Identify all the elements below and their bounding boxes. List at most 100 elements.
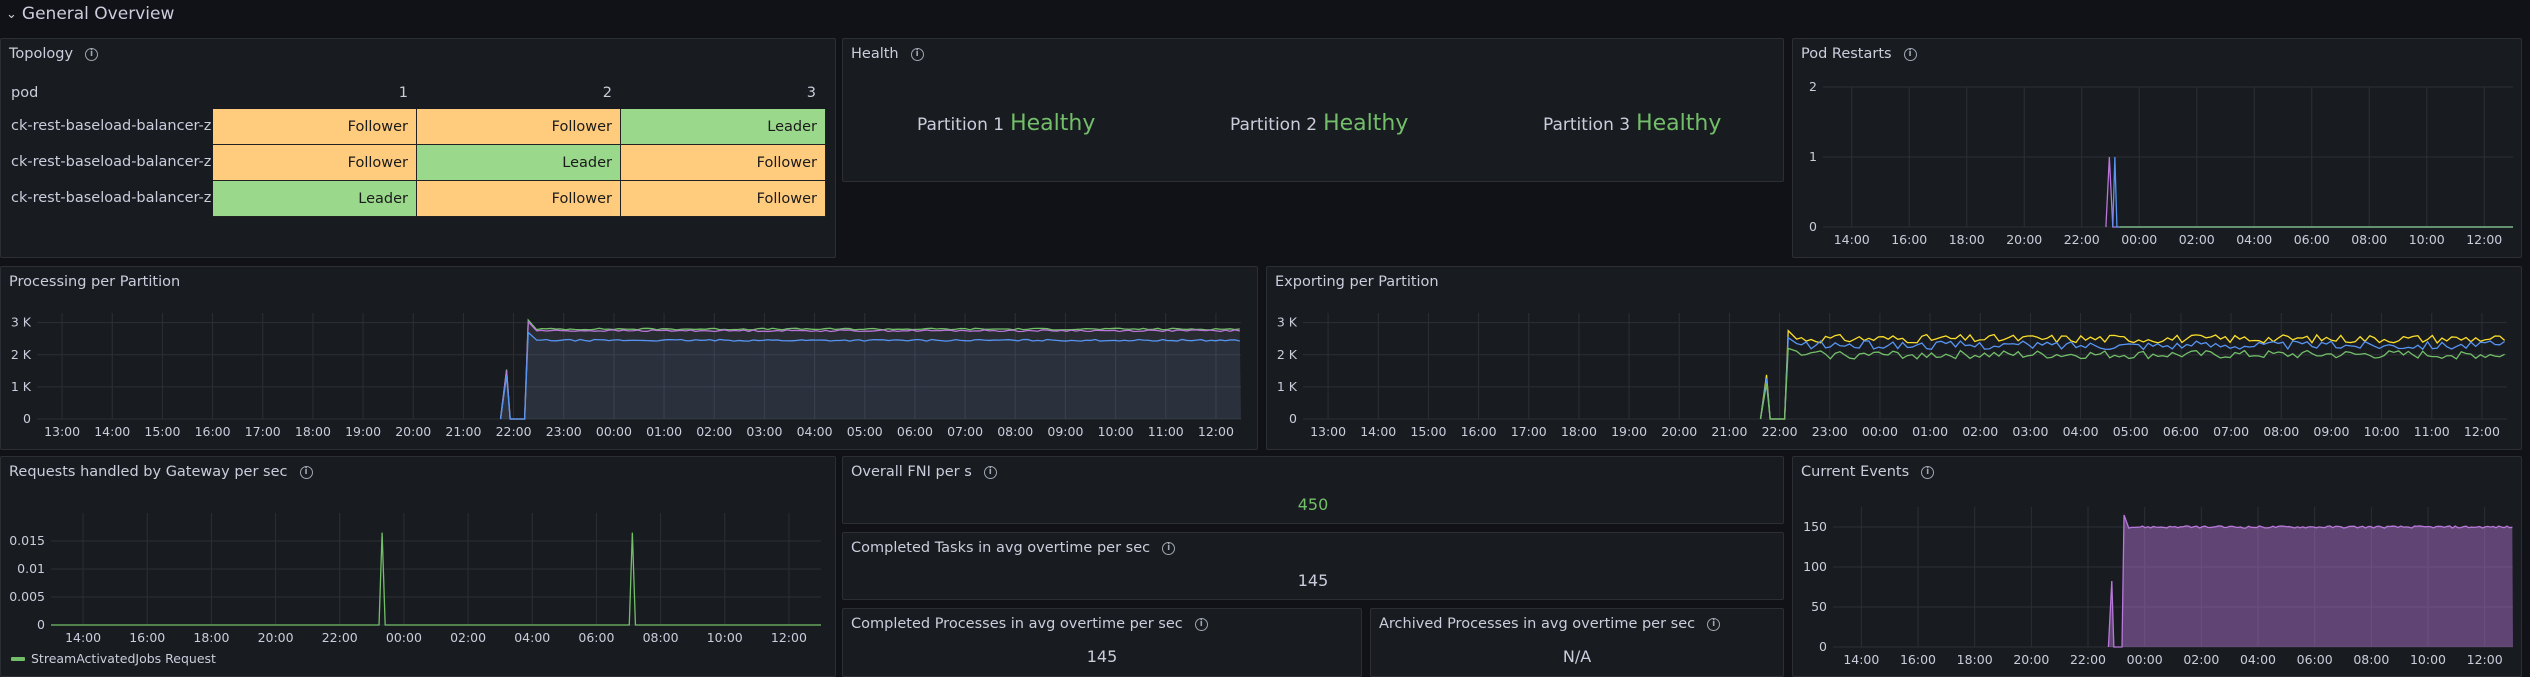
x-tick-label: 07:00 bbox=[947, 424, 983, 439]
series-line bbox=[1759, 347, 2505, 420]
y-tick-label: 2 K bbox=[1277, 347, 1298, 362]
x-tick-label: 09:00 bbox=[1047, 424, 1083, 439]
x-tick-label: 06:00 bbox=[897, 424, 933, 439]
x-tick-label: 02:00 bbox=[696, 424, 732, 439]
x-tick-label: 10:00 bbox=[1098, 424, 1134, 439]
x-tick-label: 18:00 bbox=[1561, 424, 1597, 439]
y-tick-label: 0 bbox=[1819, 639, 1827, 654]
x-tick-label: 08:00 bbox=[2351, 232, 2387, 247]
x-tick-label: 06:00 bbox=[2163, 424, 2199, 439]
column-header-pod[interactable]: pod bbox=[11, 85, 38, 101]
y-tick-label: 0.015 bbox=[9, 533, 45, 548]
current-events-chart[interactable]: 0 50 100 150 14:00 16:00 18:00 20:00 22:00 00:00 0… bbox=[1793, 457, 2522, 677]
x-tick-label: 14:00 bbox=[65, 630, 101, 645]
x-tick-label: 20:00 bbox=[2006, 232, 2042, 247]
panel-completed-tasks: Completed Tasks in avg overtime per sec … bbox=[842, 532, 1784, 600]
x-tick-label: 01:00 bbox=[646, 424, 682, 439]
x-tick-label: 12:00 bbox=[2467, 652, 2503, 667]
panel-title: Archived Processes in avg overtime per s… bbox=[1379, 616, 1721, 632]
panel-title-text: Health bbox=[851, 46, 899, 62]
x-tick-label: 16:00 bbox=[1891, 232, 1927, 247]
x-tick-label: 06:00 bbox=[2294, 232, 2330, 247]
topology-cell: Leader bbox=[213, 181, 417, 217]
x-tick-label: 02:00 bbox=[2179, 232, 2215, 247]
x-tick-label: 09:00 bbox=[2313, 424, 2349, 439]
topology-cell: Follower bbox=[621, 145, 826, 181]
x-tick-label: 03:00 bbox=[2012, 424, 2048, 439]
chevron-down-icon[interactable]: ⌄ bbox=[6, 7, 17, 22]
row-title: General Overview bbox=[21, 4, 175, 24]
topology-cell: Follower bbox=[417, 181, 621, 217]
exporting-chart[interactable]: 0 1 K 2 K 3 K 13:00 14:00 15:00 16:00 17:00 18:00… bbox=[1267, 267, 2522, 450]
x-tick-label: 13:00 bbox=[1310, 424, 1346, 439]
series-area bbox=[2108, 515, 2513, 647]
panel-title: Overall FNI per s i bbox=[851, 464, 997, 480]
info-icon[interactable]: i bbox=[910, 47, 924, 61]
info-icon[interactable]: i bbox=[1707, 617, 1721, 631]
x-tick-label: 21:00 bbox=[445, 424, 481, 439]
series-line bbox=[2105, 156, 2513, 228]
x-tick-label: 19:00 bbox=[1611, 424, 1647, 439]
x-tick-label: 08:00 bbox=[643, 630, 679, 645]
health-label: Partition 1 bbox=[917, 115, 1005, 135]
info-icon[interactable]: i bbox=[85, 47, 99, 61]
panel-processing-per-partition: Processing per Partition 01 K2 K3 K 13:00… bbox=[0, 266, 1258, 450]
x-tick-label: 13:00 bbox=[44, 424, 80, 439]
y-tick-label: 0 bbox=[37, 617, 45, 632]
legend-swatch bbox=[11, 656, 25, 661]
column-header-3[interactable]: 3 bbox=[621, 85, 816, 101]
health-value: Healthy bbox=[1323, 111, 1409, 136]
x-tick-label: 07:00 bbox=[2213, 424, 2249, 439]
x-tick-label: 05:00 bbox=[2113, 424, 2149, 439]
info-icon[interactable]: i bbox=[1194, 617, 1208, 631]
panel-exporting-per-partition: Exporting per Partition 01 K2 K3 K 13:00 1… bbox=[1266, 266, 2522, 450]
y-tick-label: 1 K bbox=[11, 379, 32, 394]
pod-restarts-chart[interactable]: 0 1 2 14:00 16:00 18:00 20:00 22:00 00:00 02:00 04… bbox=[1793, 39, 2522, 258]
y-tick-label: 0 bbox=[1289, 411, 1297, 426]
panel-title: Health i bbox=[851, 46, 924, 62]
x-tick-label: 10:00 bbox=[2364, 424, 2400, 439]
processing-chart[interactable]: 0 1 K 2 K 3 K 13:00 14:00 15:00 16:00 17:00 18:00… bbox=[1, 267, 1258, 450]
health-value: Healthy bbox=[1636, 111, 1722, 136]
x-tick-label: 12:00 bbox=[1198, 424, 1234, 439]
x-tick-label: 15:00 bbox=[1410, 424, 1446, 439]
y-tick-label: 0 bbox=[23, 411, 31, 426]
info-icon[interactable]: i bbox=[983, 465, 997, 479]
panel-title: Completed Tasks in avg overtime per sec … bbox=[851, 540, 1176, 556]
panel-title-text: Overall FNI per s bbox=[851, 464, 972, 480]
topology-cell: Follower bbox=[621, 181, 826, 217]
x-tick-label: 23:00 bbox=[546, 424, 582, 439]
panel-title-text: Completed Processes in avg overtime per … bbox=[851, 616, 1183, 632]
column-header-2[interactable]: 2 bbox=[417, 85, 612, 101]
legend-item[interactable]: StreamActivatedJobs Request bbox=[11, 651, 216, 666]
x-tick-label: 12:00 bbox=[771, 630, 807, 645]
y-tick-label: 1 K bbox=[1277, 379, 1298, 394]
panel-archived-processes: Archived Processes in avg overtime per s… bbox=[1370, 608, 1784, 677]
x-tick-label: 22:00 bbox=[2070, 652, 2106, 667]
info-icon[interactable]: i bbox=[1162, 541, 1176, 555]
x-tick-label: 02:00 bbox=[2183, 652, 2219, 667]
health-partition-1: Partition 1 Healthy bbox=[917, 111, 1095, 136]
x-tick-label: 08:00 bbox=[2353, 652, 2389, 667]
x-tick-label: 14:00 bbox=[1843, 652, 1879, 667]
x-tick-label: 20:00 bbox=[1661, 424, 1697, 439]
gateway-chart[interactable]: 0 0.005 0.01 0.015 14:00 16:00 18:00 20:00 22:00… bbox=[1, 457, 836, 657]
x-tick-label: 03:00 bbox=[746, 424, 782, 439]
pod-name: ck-rest-baseload-balancer-ze bbox=[11, 154, 211, 170]
x-tick-label: 06:00 bbox=[2297, 652, 2333, 667]
stat-value: 145 bbox=[1297, 571, 1329, 590]
x-tick-label: 10:00 bbox=[2410, 652, 2446, 667]
x-tick-label: 17:00 bbox=[1511, 424, 1547, 439]
row-header-general-overview[interactable]: ⌄ General Overview bbox=[0, 0, 2530, 28]
x-tick-label: 10:00 bbox=[707, 630, 743, 645]
panel-health: Health i Partition 1 Healthy Partition 2… bbox=[842, 38, 1784, 182]
x-tick-label: 11:00 bbox=[2414, 424, 2450, 439]
x-tick-label: 20:00 bbox=[395, 424, 431, 439]
column-header-1[interactable]: 1 bbox=[213, 85, 408, 101]
y-tick-label: 2 K bbox=[11, 347, 32, 362]
x-tick-label: 00:00 bbox=[596, 424, 632, 439]
pod-name: ck-rest-baseload-balancer-ze bbox=[11, 118, 211, 134]
panel-title: Completed Processes in avg overtime per … bbox=[851, 616, 1208, 632]
x-tick-label: 18:00 bbox=[295, 424, 331, 439]
panel-current-events: Current Events i 0 50 100 150 14:00 16:00 18:0… bbox=[1792, 456, 2522, 677]
